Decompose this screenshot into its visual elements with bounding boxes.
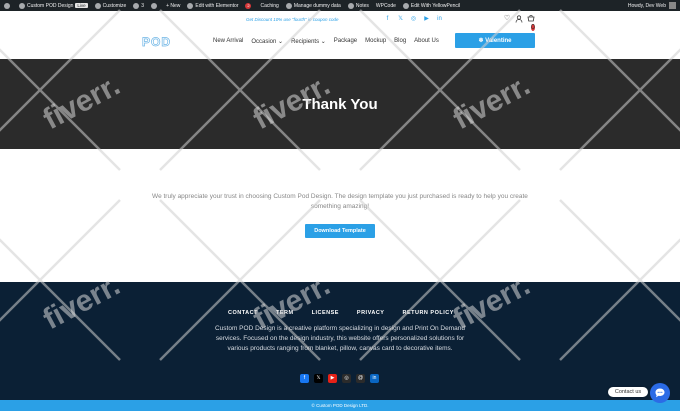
instagram-icon[interactable]: ◎ <box>410 16 417 23</box>
top-social-links: f 𝕏 ◎ ▶ in <box>384 16 449 23</box>
comment-icon <box>151 2 158 9</box>
x-icon[interactable]: 𝕏 <box>314 374 323 383</box>
nav-about-us[interactable]: About Us <box>414 38 439 45</box>
wishlist-heart-icon[interactable]: ♡ <box>503 15 511 23</box>
footer-link-privacy[interactable]: PRIVACY <box>357 310 385 316</box>
footer-link-license[interactable]: LICENSE <box>312 310 339 316</box>
top-strip: Get Discount 10% use "fourth" in coupon … <box>0 11 680 31</box>
chevron-down-icon: ⌄ <box>278 39 284 45</box>
thank-you-message: We truly appreciate your trust in choosi… <box>152 193 528 210</box>
live-badge: Live <box>75 3 88 8</box>
avatar <box>669 2 676 9</box>
wpcode-link[interactable]: WPCode <box>376 3 396 9</box>
youtube-icon[interactable]: ▶ <box>423 16 430 23</box>
dummy-data-link[interactable]: Manage dummy data <box>285 2 341 9</box>
user-menu[interactable]: Howdy, Dev Web <box>628 2 676 9</box>
database-icon <box>285 2 292 9</box>
x-icon[interactable]: 𝕏 <box>397 16 404 23</box>
nav-new-arrival[interactable]: New Arrival <box>213 38 243 45</box>
chat-icon <box>655 388 665 398</box>
site-logo[interactable]: POD <box>141 34 172 50</box>
pencil-icon <box>402 2 409 9</box>
cart-icon[interactable]: 0 <box>527 14 535 31</box>
updates-link[interactable]: 3 <box>133 2 144 9</box>
customize-link[interactable]: Customize <box>94 2 126 9</box>
nav-recipients[interactable]: Recipients ⌄ <box>291 38 326 45</box>
admin-bar: Custom POD Design Live Customize 3 + New … <box>0 0 680 11</box>
yellowpencil-link[interactable]: Edit With YellowPencil <box>402 2 460 9</box>
notes-link[interactable]: Notes <box>347 2 369 9</box>
chevron-down-icon: ⌄ <box>320 39 326 45</box>
valentine-button[interactable]: ❄ Valentine <box>455 33 535 48</box>
instagram-icon[interactable]: ◎ <box>342 374 351 383</box>
footer-about-text: Custom POD Design is a creative platform… <box>214 325 465 352</box>
facebook-icon[interactable]: f <box>300 374 309 383</box>
linkedin-icon[interactable]: in <box>436 16 443 23</box>
main-nav: New Arrival Occasion ⌄ Recipients ⌄ Pack… <box>213 38 447 45</box>
threads-icon[interactable]: @ <box>356 374 365 383</box>
hero-banner: Thank You <box>0 59 680 149</box>
home-icon <box>19 2 25 9</box>
header-user-icons: ♡ 0 <box>503 14 539 31</box>
notice-count-badge: 2 <box>245 2 252 9</box>
footer-link-contact[interactable]: CONTACT <box>228 310 258 316</box>
footer-links: CONTACT TERM LICENSE PRIVACY RETURN POLI… <box>228 310 472 316</box>
page-title: Thank You <box>302 95 378 113</box>
copyright-text: © Custom POD Design LTD. <box>311 403 369 408</box>
refresh-icon <box>133 2 140 9</box>
youtube-icon[interactable]: ▶ <box>328 374 337 383</box>
caching-link[interactable]: Caching <box>260 3 278 9</box>
site-footer: CONTACT TERM LICENSE PRIVACY RETURN POLI… <box>0 282 680 400</box>
notice-link[interactable]: 2 <box>245 2 253 9</box>
promo-text: Get Discount 10% use "fourth" in coupon … <box>246 17 339 22</box>
footer-link-term[interactable]: TERM <box>276 310 294 316</box>
linkedin-icon[interactable]: in <box>370 374 379 383</box>
nav-blog[interactable]: Blog <box>394 38 406 45</box>
chat-widget-button[interactable] <box>650 383 670 403</box>
nav-mockup[interactable]: Mockup <box>365 38 386 45</box>
svg-text:POD: POD <box>142 35 171 49</box>
facebook-icon[interactable]: f <box>384 16 391 23</box>
footer-social-links: f 𝕏 ▶ ◎ @ in <box>300 374 384 383</box>
site-header: POD New Arrival Occasion ⌄ Recipients ⌄ … <box>0 29 680 59</box>
edit-elementor-link[interactable]: Edit with Elementor <box>187 2 238 9</box>
site-name-link[interactable]: Custom POD Design Live <box>19 2 88 9</box>
contact-us-label[interactable]: Contact us <box>608 387 648 397</box>
comments-link[interactable] <box>151 2 159 9</box>
brush-icon <box>94 2 101 9</box>
elementor-icon <box>187 2 194 9</box>
account-user-icon[interactable] <box>515 15 523 23</box>
nav-package[interactable]: Package <box>334 38 357 45</box>
footer-link-return-policy[interactable]: RETURN POLICY <box>402 310 453 316</box>
new-content-link[interactable]: + New <box>166 3 180 9</box>
copyright-bar: © Custom POD Design LTD. <box>0 400 680 411</box>
note-icon <box>347 2 354 9</box>
download-template-button[interactable]: Download Template <box>305 224 375 238</box>
nav-occasion[interactable]: Occasion ⌄ <box>251 38 283 45</box>
wp-logo-icon[interactable] <box>4 2 12 9</box>
